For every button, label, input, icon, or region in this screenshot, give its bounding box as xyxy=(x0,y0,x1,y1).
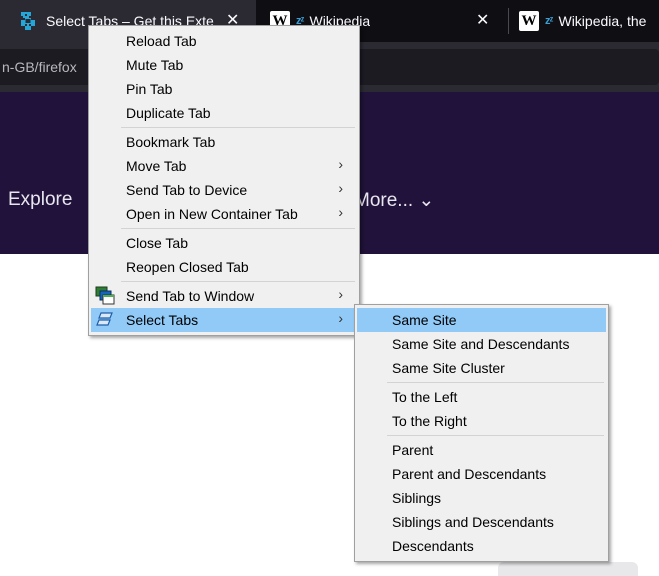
page-element xyxy=(498,562,638,576)
submenu-item-to-the-right[interactable]: To the Right xyxy=(357,409,606,433)
menu-item-close-tab[interactable]: Close Tab xyxy=(91,231,357,255)
menu-item-send-tab-to-window[interactable]: Send Tab to Window › xyxy=(91,284,357,308)
menu-separator xyxy=(387,382,604,383)
chevron-right-icon: › xyxy=(338,310,343,326)
tab-context-menu: Reload Tab Mute Tab Pin Tab Duplicate Ta… xyxy=(88,25,360,336)
menu-item-move-tab[interactable]: Move Tab › xyxy=(91,154,357,178)
menu-separator xyxy=(121,127,355,128)
submenu-item-same-site-cluster[interactable]: Same Site Cluster xyxy=(357,356,606,380)
menu-item-mute-tab[interactable]: Mute Tab xyxy=(91,53,357,77)
menu-item-reload-tab[interactable]: Reload Tab xyxy=(91,29,357,53)
select-tabs-icon xyxy=(96,312,113,326)
menu-item-reopen-closed-tab[interactable]: Reopen Closed Tab xyxy=(91,255,357,279)
submenu-item-siblings-and-descendants[interactable]: Siblings and Descendants xyxy=(357,510,606,534)
nav-more-link[interactable]: More... ⌄ xyxy=(354,189,434,212)
select-tabs-submenu: Same Site Same Site and Descendants Same… xyxy=(354,304,609,562)
menu-separator xyxy=(121,228,355,229)
submenu-item-parent[interactable]: Parent xyxy=(357,438,606,462)
submenu-item-parent-and-descendants[interactable]: Parent and Descendants xyxy=(357,462,606,486)
menu-item-open-in-container[interactable]: Open in New Container Tab › xyxy=(91,202,357,226)
submenu-item-descendants[interactable]: Descendants xyxy=(357,534,606,558)
menu-item-pin-tab[interactable]: Pin Tab xyxy=(91,77,357,101)
menu-item-duplicate-tab[interactable]: Duplicate Tab xyxy=(91,101,357,125)
tab-title: Wikipedia, the xyxy=(558,13,647,29)
tab-wikipedia-2[interactable]: W zᶻ Wikipedia, the xyxy=(509,0,659,42)
menu-item-select-tabs[interactable]: Select Tabs › xyxy=(91,308,357,332)
chevron-right-icon: › xyxy=(338,204,343,220)
menu-separator xyxy=(387,435,604,436)
nav-explore-link[interactable]: Explore xyxy=(8,189,72,211)
submenu-item-to-the-left[interactable]: To the Left xyxy=(357,385,606,409)
chevron-right-icon: › xyxy=(338,286,343,302)
close-tab-icon[interactable]: ✕ xyxy=(476,12,489,30)
submenu-item-same-site[interactable]: Same Site xyxy=(357,308,606,332)
menu-item-send-tab-to-device[interactable]: Send Tab to Device › xyxy=(91,178,357,202)
windows-icon xyxy=(95,286,115,305)
submenu-item-same-site-and-descendants[interactable]: Same Site and Descendants xyxy=(357,332,606,356)
chevron-right-icon: › xyxy=(338,180,343,196)
wikipedia-favicon-icon: W xyxy=(519,11,539,31)
sleeping-tab-icon: zᶻ xyxy=(545,15,554,27)
puzzle-extension-icon xyxy=(21,12,35,30)
submenu-item-siblings[interactable]: Siblings xyxy=(357,486,606,510)
chevron-right-icon: › xyxy=(338,156,343,172)
menu-item-bookmark-tab[interactable]: Bookmark Tab xyxy=(91,130,357,154)
menu-separator xyxy=(121,281,355,282)
